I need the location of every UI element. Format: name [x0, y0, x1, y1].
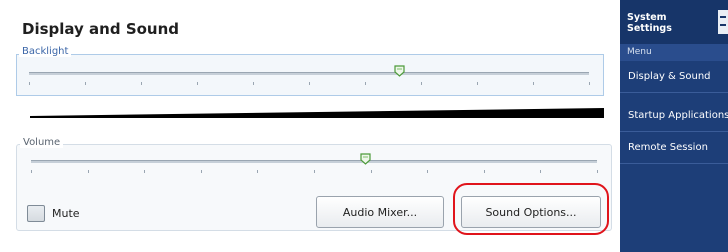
settings-icon[interactable]: [718, 10, 728, 34]
slider-tick: [421, 82, 422, 85]
backlight-slider-track: [29, 72, 589, 75]
sidebar-title-line-2: Settings: [627, 23, 672, 34]
mute-checkbox[interactable]: [27, 205, 45, 222]
sidebar-item-label: Remote Session: [628, 142, 708, 153]
slider-tick: [85, 82, 86, 85]
slider-tick: [253, 82, 254, 85]
display-and-sound-panel: Display and Sound Backlight Volume Mute …: [0, 0, 620, 252]
volume-slider-thumb[interactable]: [360, 153, 371, 165]
audio-mixer-button[interactable]: Audio Mixer...: [316, 196, 444, 228]
slider-tick: [484, 170, 485, 173]
slider-tick: [365, 82, 366, 85]
slider-tick: [88, 170, 89, 173]
backlight-slider[interactable]: [16, 54, 604, 96]
slider-tick: [144, 170, 145, 173]
menu-caption: Menu: [620, 44, 728, 61]
slider-tick: [540, 170, 541, 173]
sidebar-item-label: Startup Applications: [628, 110, 728, 121]
sound-options-highlight-circle: [453, 183, 609, 235]
backlight-group: Backlight: [16, 46, 610, 122]
slider-tick: [29, 82, 30, 85]
sidebar-item-label: Display & Sound: [628, 71, 711, 82]
slider-tick: [597, 170, 598, 173]
mute-label: Mute: [52, 207, 80, 220]
slider-tick: [427, 170, 428, 173]
slider-tick: [477, 82, 478, 85]
sidebar-item-remote-session[interactable]: Remote Session: [620, 131, 728, 164]
backlight-slider-thumb[interactable]: [393, 65, 405, 77]
slider-tick: [201, 170, 202, 173]
sidebar-header: System Settings: [620, 0, 728, 44]
slider-tick: [371, 170, 372, 173]
sidebar-title-line-1: System: [627, 12, 667, 23]
sidebar-title: System Settings: [627, 12, 687, 34]
slider-tick: [257, 170, 258, 173]
system-settings-sidebar: System Settings Menu Display & Sound Sta…: [620, 0, 728, 252]
slider-tick: [197, 82, 198, 85]
slider-tick: [309, 82, 310, 85]
slider-tick: [314, 170, 315, 173]
page-title: Display and Sound: [22, 20, 180, 38]
sidebar-item-display-sound[interactable]: Display & Sound: [620, 60, 728, 93]
sidebar-item-startup-applications[interactable]: Startup Applications: [620, 99, 728, 132]
volume-slider-track: [31, 160, 597, 163]
backlight-intensity-wedge: [30, 108, 604, 118]
slider-tick: [589, 82, 590, 85]
volume-slider[interactable]: [17, 145, 611, 181]
slider-tick: [533, 82, 534, 85]
backlight-label: Backlight: [19, 46, 72, 57]
slider-tick: [141, 82, 142, 85]
slider-tick: [31, 170, 32, 173]
